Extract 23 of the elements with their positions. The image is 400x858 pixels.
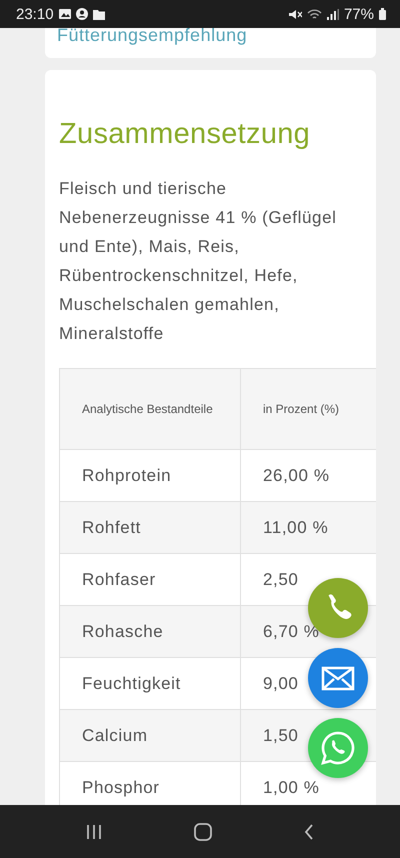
wifi-icon bbox=[306, 8, 322, 20]
gallery-icon bbox=[58, 8, 71, 20]
table-cell: 11,00 % bbox=[240, 502, 376, 554]
envelope-icon bbox=[322, 666, 354, 690]
column-header: in Prozent (%) bbox=[240, 368, 376, 450]
battery-icon bbox=[379, 8, 386, 20]
back-icon[interactable] bbox=[304, 824, 314, 840]
battery-level: 77% bbox=[344, 6, 374, 22]
section-heading: Zusammensetzung bbox=[59, 117, 312, 152]
ingredients-text: Fleisch und tierische Nebenerzeugnisse 41 % (Geflügel und Ente), Mais, Reis, Rübentrockenschnitzel, Hefe, Muschelschalen gemahlen, Mineralstoffe bbox=[59, 178, 338, 345]
phone-icon bbox=[328, 594, 352, 619]
table-cell: Rohfett bbox=[60, 502, 240, 554]
folder-icon bbox=[92, 8, 105, 20]
chat-phone-icon bbox=[322, 732, 354, 764]
account-icon bbox=[76, 8, 88, 20]
recent-apps-icon[interactable] bbox=[86, 824, 102, 840]
home-icon[interactable] bbox=[194, 822, 212, 840]
signal-icon bbox=[326, 8, 339, 20]
table-cell: Rohasche bbox=[60, 606, 240, 658]
clock: 23:10 bbox=[16, 6, 54, 22]
mute-icon bbox=[288, 8, 302, 20]
table-cell: Calcium bbox=[60, 710, 240, 762]
column-header: Analytische Bestandteile bbox=[60, 368, 240, 450]
